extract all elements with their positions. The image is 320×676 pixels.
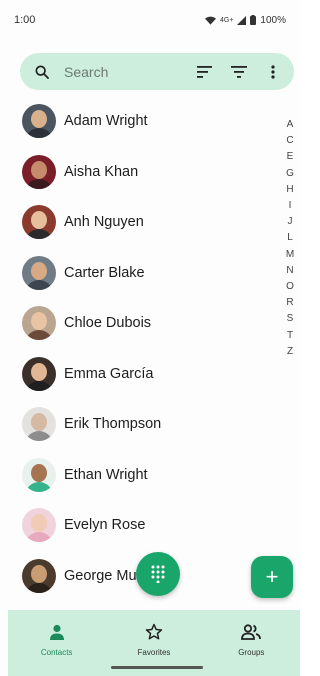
status-icons: 4G+ 100% <box>204 14 286 26</box>
alphabet-index-letter[interactable]: R <box>286 295 293 311</box>
gesture-handle[interactable] <box>111 666 203 669</box>
add-contact-button[interactable]: + <box>251 556 293 598</box>
alphabet-index-letter[interactable]: C <box>286 133 293 149</box>
contact-name: Carter Blake <box>64 264 145 281</box>
wifi-icon <box>204 16 216 25</box>
contact-name: Adam Wright <box>64 113 148 130</box>
alphabet-index-letter[interactable]: J <box>288 214 293 230</box>
contact-name: Chloe Dubois <box>64 315 152 332</box>
sort-icon <box>197 65 212 78</box>
nav-label-groups: Groups <box>238 648 265 657</box>
person-icon <box>45 622 69 642</box>
alphabet-index-letter[interactable]: G <box>286 166 294 182</box>
alphabet-index-letter[interactable]: Z <box>287 344 293 360</box>
avatar <box>22 255 56 290</box>
avatar <box>22 306 56 341</box>
more-vert-icon <box>271 64 275 79</box>
avatar <box>22 205 56 240</box>
avatar <box>22 508 56 543</box>
contact-name: George Mu <box>64 567 137 584</box>
avatar <box>22 104 56 139</box>
alphabet-index-letter[interactable]: N <box>286 263 293 279</box>
status-bar: 1:00 4G+ 100% <box>0 0 300 40</box>
alphabet-index-letter[interactable]: M <box>286 247 294 263</box>
nav-item-groups[interactable]: Groups <box>211 622 291 676</box>
contact-name: Erik Thompson <box>64 416 162 433</box>
contact-row[interactable]: Chloe Dubois <box>0 298 280 349</box>
alphabet-index[interactable]: ACEGHIJLMNORSTZ <box>283 117 297 360</box>
nav-item-contacts[interactable]: Contacts <box>17 622 97 676</box>
dialpad-button[interactable] <box>136 552 180 596</box>
contact-row[interactable]: Erik Thompson <box>0 399 280 450</box>
dialpad-icon <box>151 565 165 583</box>
contact-name: Aisha Khan <box>64 163 139 180</box>
nav-label-contacts: Contacts <box>40 648 73 657</box>
avatar <box>22 356 56 391</box>
contact-row[interactable]: Aisha Khan <box>0 147 280 198</box>
star-outline-icon <box>142 622 166 642</box>
alphabet-index-letter[interactable]: S <box>287 311 294 327</box>
search-bar[interactable]: Search <box>20 53 294 90</box>
nav-label-favorites: Favorites <box>137 648 171 657</box>
alphabet-index-letter[interactable]: E <box>287 149 294 165</box>
contact-name: Evelyn Rose <box>64 517 146 534</box>
alphabet-index-letter[interactable]: T <box>287 328 293 344</box>
contact-name: Emma García <box>64 365 154 382</box>
alphabet-index-letter[interactable]: A <box>287 117 294 133</box>
search-icon[interactable] <box>34 64 50 80</box>
alphabet-index-letter[interactable]: H <box>286 182 293 198</box>
battery-percent: 100% <box>260 14 286 26</box>
network-type: 4G+ <box>219 16 234 24</box>
contact-row[interactable]: Ethan Wright <box>0 450 280 501</box>
sort-button[interactable] <box>194 61 216 83</box>
avatar <box>22 407 56 442</box>
avatar <box>22 457 56 492</box>
contact-list: Adam Wright Aisha Khan Anh Nguyen Carter… <box>0 96 280 601</box>
contact-row[interactable]: Emma García <box>0 349 280 400</box>
plus-icon: + <box>265 564 279 589</box>
contact-row[interactable]: Carter Blake <box>0 248 280 299</box>
filter-button[interactable] <box>228 61 250 83</box>
groups-icon <box>239 622 263 642</box>
search-input[interactable]: Search <box>64 64 182 80</box>
alphabet-index-letter[interactable]: I <box>289 198 292 214</box>
avatar <box>22 558 56 593</box>
more-options-button[interactable] <box>262 61 284 83</box>
contact-row[interactable]: Anh Nguyen <box>0 197 280 248</box>
filter-icon <box>231 65 247 78</box>
contact-row[interactable]: Adam Wright <box>0 96 280 147</box>
alphabet-index-letter[interactable]: L <box>287 230 293 246</box>
contact-row[interactable]: Evelyn Rose <box>0 500 280 551</box>
avatar <box>22 154 56 189</box>
alphabet-index-letter[interactable]: O <box>286 279 294 295</box>
battery-icon <box>250 15 257 25</box>
status-time: 1:00 <box>14 14 36 26</box>
contact-name: Ethan Wright <box>64 466 148 483</box>
contact-name: Anh Nguyen <box>64 214 144 231</box>
signal-icon <box>237 15 247 25</box>
contacts-screen: 1:00 4G+ 100% Search Adam Wright Aisha K… <box>0 0 300 676</box>
